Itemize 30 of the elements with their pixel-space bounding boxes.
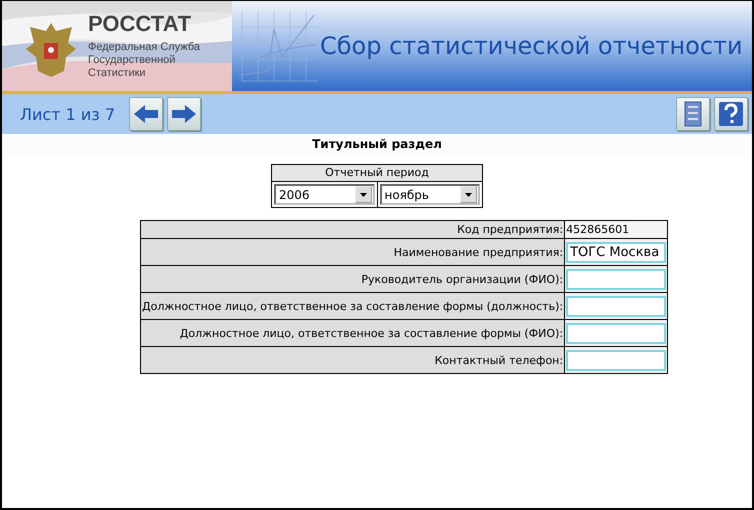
logo-subtitle: Федеральная Служба Государственной Статистики [88,41,201,80]
input-field[interactable] [566,350,666,370]
caret-icon [360,192,366,196]
period-label: Отчетный период [325,166,429,179]
dropdown[interactable]: ноябрь [380,184,480,205]
caret-icon [465,192,472,196]
field-label: Контактный телефон: [434,354,564,366]
field-label: Должностное лицо, ответственное за составление формы (должность): [142,300,564,312]
app-title: Сбор статистической отчетности [320,32,743,60]
input-field[interactable] [566,322,666,344]
input-field[interactable]: ТОГС Москва [566,242,666,262]
section-title: Титульный раздел [312,137,442,151]
arrow-right-icon [171,104,198,124]
forward-button[interactable] [167,97,202,131]
help-icon [718,101,744,127]
cabinet-icon [684,101,702,127]
cabinet-button[interactable] [676,97,710,131]
field-value: 452865601 [566,223,630,236]
input-field[interactable] [566,268,666,290]
field-label: Руководитель организации (ФИО): [361,272,564,286]
dropdown[interactable]: 2006 [274,184,374,205]
back-button[interactable] [129,97,164,131]
field-label: Должностное лицо, ответственное за составление формы (ФИО): [180,326,564,340]
page-indicator: Лист 1 из 7 [20,104,116,124]
arrow-left-icon [133,104,160,124]
help-button[interactable] [714,97,748,131]
field-label: Наименование предприятия: [394,246,564,258]
field-label: Код предприятия: [457,223,564,236]
input-field[interactable] [566,296,666,316]
logo-title: РОССТАТ [88,11,192,37]
